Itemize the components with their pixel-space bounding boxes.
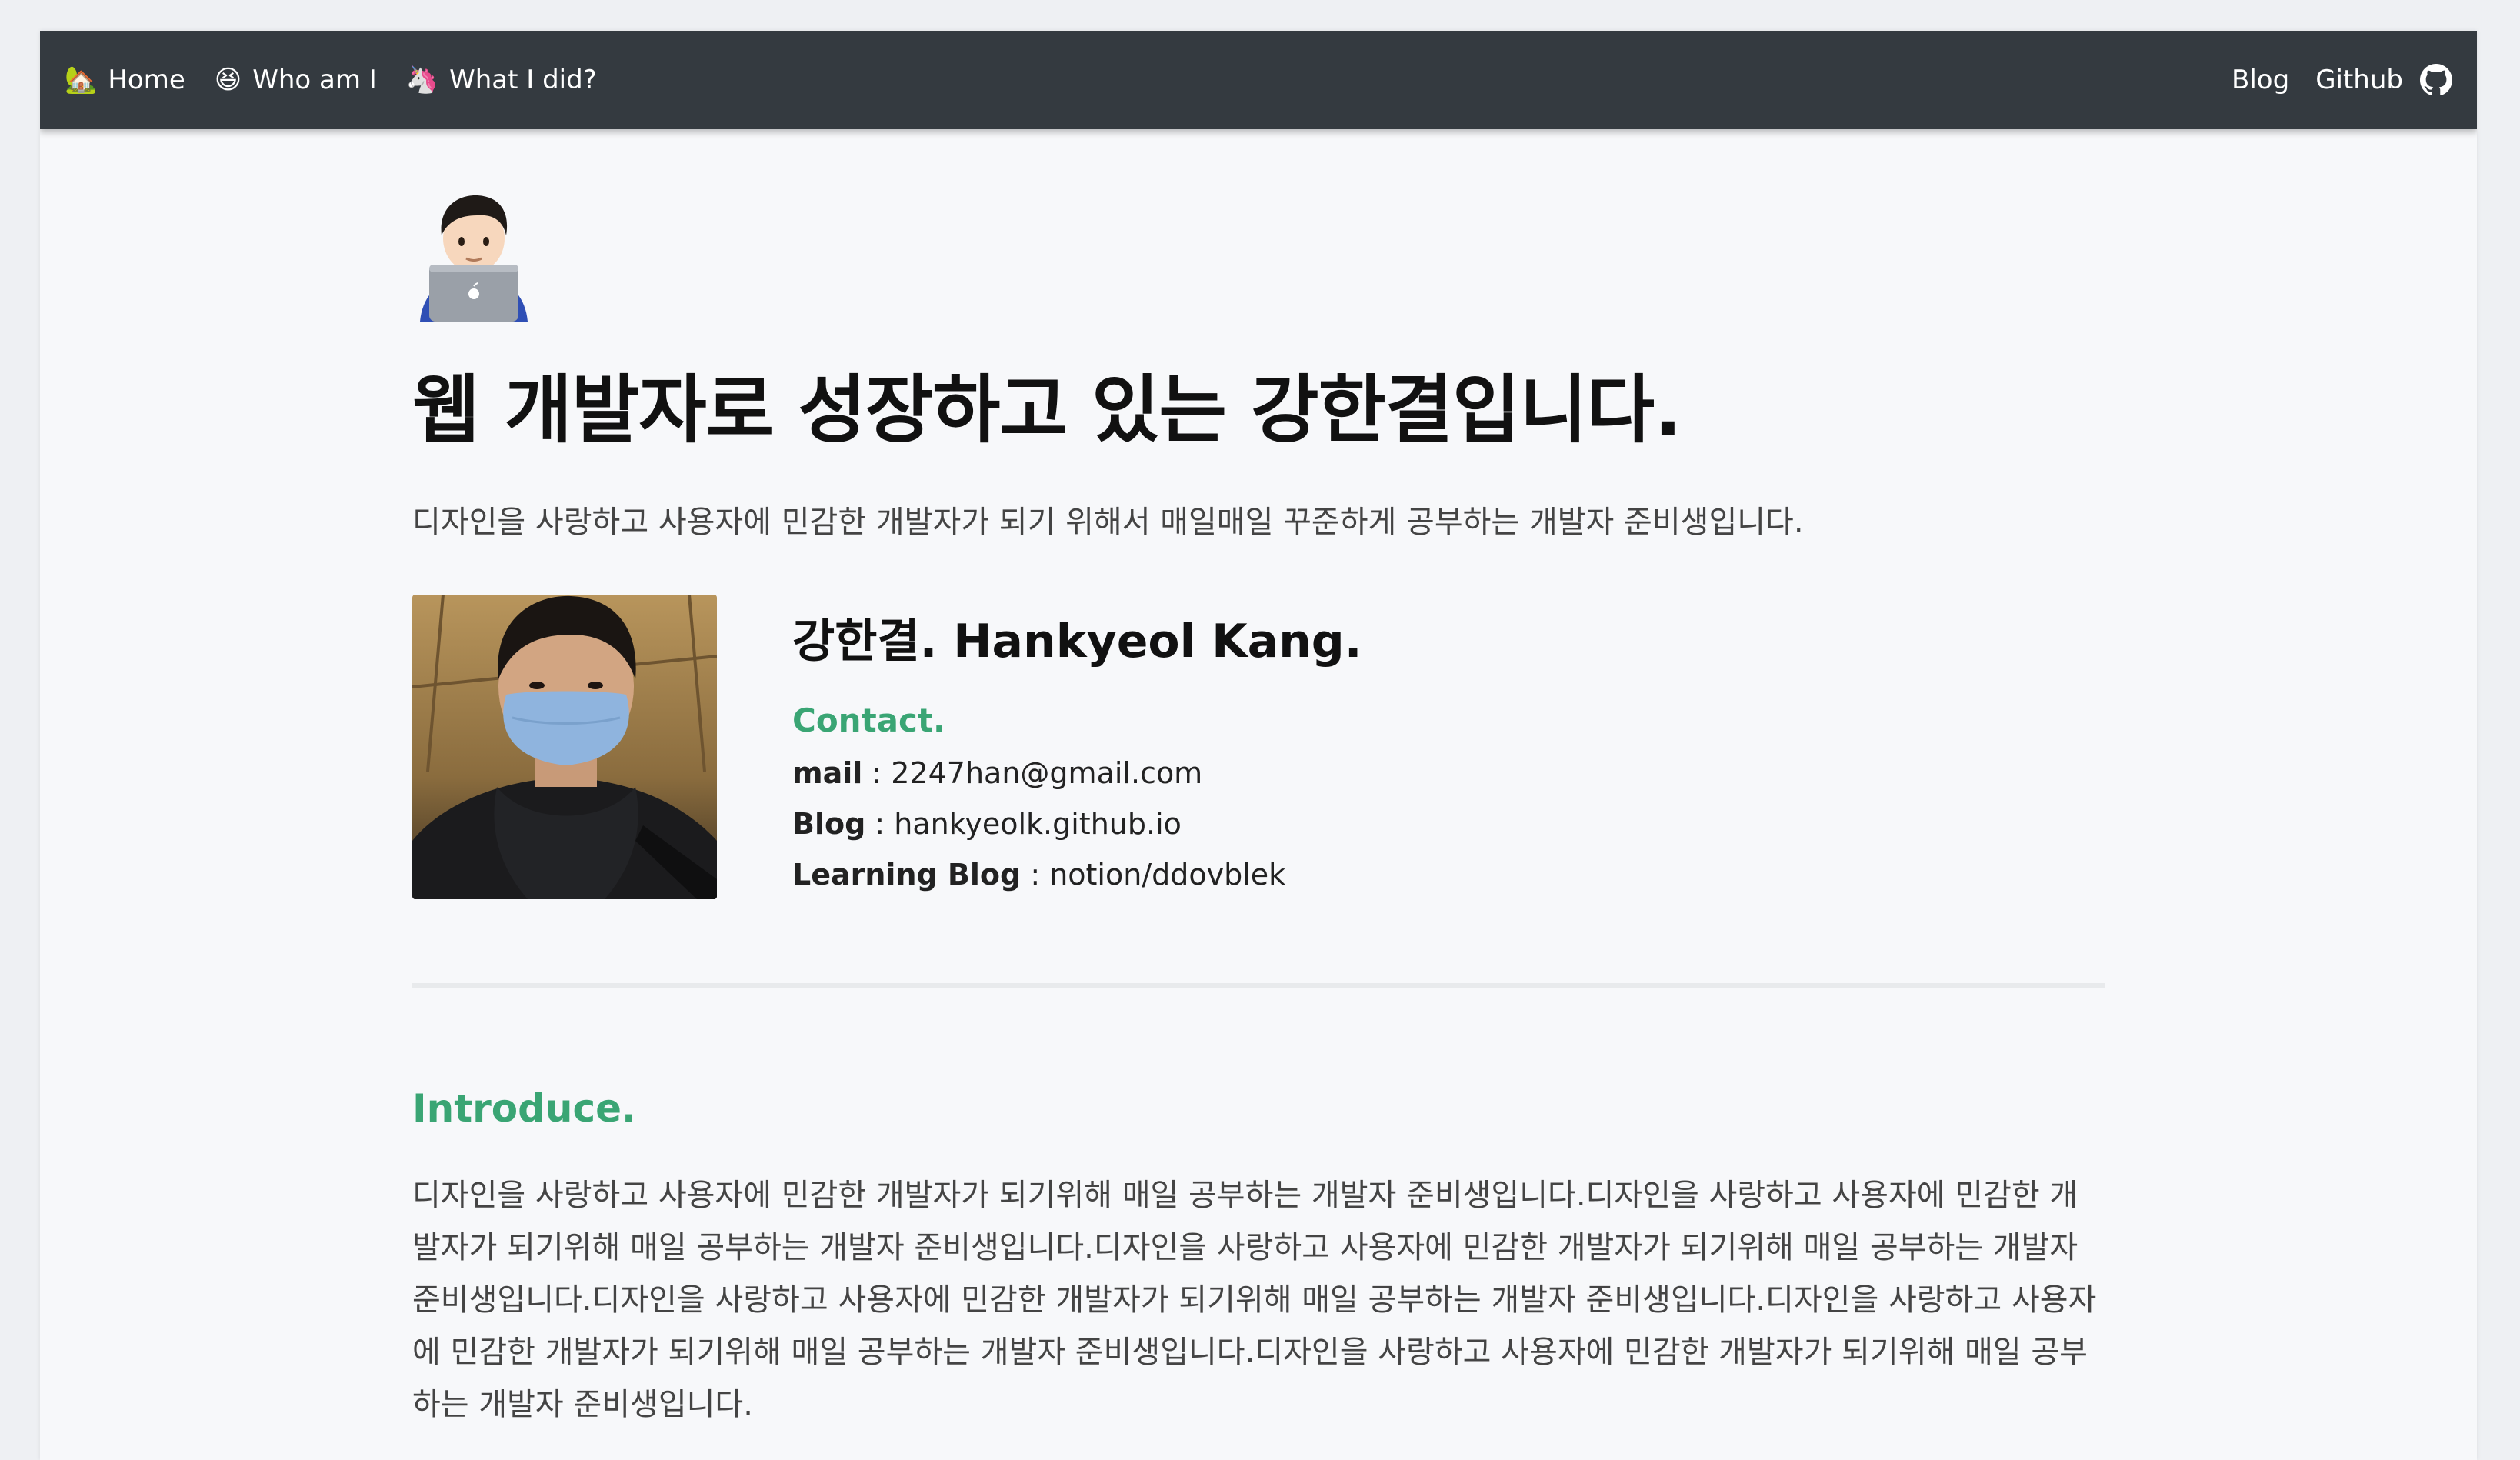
nav-whatidid-link[interactable]: 🦄 What I did?: [406, 65, 597, 95]
contact-mail: mail : 2247han@gmail.com: [792, 756, 1715, 790]
nav-whoami-label: Who am I: [252, 65, 377, 95]
section-divider: [412, 983, 2105, 988]
contact-blog-key: Blog: [792, 807, 866, 841]
top-navbar: 🏡 Home 😆 Who am I 🦄 What I did? Blog Git…: [40, 31, 2477, 129]
contact-learning-blog-value[interactable]: notion/ddovblek: [1049, 858, 1285, 892]
nav-home-link[interactable]: 🏡 Home: [65, 65, 185, 95]
nav-blog-link[interactable]: Blog: [2232, 65, 2289, 95]
unicorn-icon: 🦄: [405, 65, 439, 95]
nav-whatidid-label: What I did?: [449, 65, 597, 95]
nav-github-label: Github: [2315, 65, 2403, 95]
profile-name: 강한결. Hankyeol Kang.: [792, 615, 1362, 668]
profile-photo: [412, 595, 717, 899]
introduce-body: 디자인을 사랑하고 사용자에 민감한 개발자가 되기위해 매일 공부하는 개발자…: [412, 1178, 2097, 1422]
contact-blog: Blog : hankyeolk.github.io: [792, 807, 1715, 841]
house-with-garden-icon: 🏡: [65, 65, 98, 95]
github-icon[interactable]: [2420, 64, 2452, 96]
contact-learning-blog-sep: :: [1021, 858, 1050, 892]
introduce-title: Introduce.: [412, 1086, 637, 1131]
contact-blog-value[interactable]: hankyeolk.github.io: [894, 807, 1182, 841]
contact-blog-sep: :: [865, 807, 895, 841]
contact-title: Contact.: [792, 702, 945, 739]
nav-home-label: Home: [108, 65, 185, 95]
nav-blog-label: Blog: [2232, 65, 2290, 95]
nav-github-link[interactable]: Github: [2315, 64, 2452, 96]
contact-learning-blog-key: Learning Blog: [792, 858, 1022, 892]
page-frame: 🏡 Home 😆 Who am I 🦄 What I did? Blog Git…: [40, 31, 2477, 1460]
hero-title: 웹 개발자로 성장하고 있는 강한결입니다.: [412, 367, 1682, 453]
nav-right-group: Blog Github: [2205, 31, 2452, 129]
nav-whoami-link[interactable]: 😆 Who am I: [215, 65, 377, 95]
contact-mail-value[interactable]: 2247han@gmail.com: [891, 756, 1202, 790]
contact-mail-sep: :: [862, 756, 892, 790]
profile-info: 강한결. Hankyeol Kang. Contact. mail : 2247…: [792, 604, 1715, 892]
grinning-face-icon: 😆: [214, 65, 242, 95]
technologist-laptop-icon: [420, 195, 528, 322]
contact-learning-blog: Learning Blog : notion/ddovblek: [792, 858, 1715, 892]
hero-subtitle: 디자인을 사랑하고 사용자에 민감한 개발자가 되기 위해서 매일매일 꾸준하게…: [412, 505, 1804, 540]
nav-left-group: 🏡 Home 😆 Who am I 🦄 What I did?: [65, 31, 626, 129]
contact-mail-key: mail: [792, 756, 863, 790]
